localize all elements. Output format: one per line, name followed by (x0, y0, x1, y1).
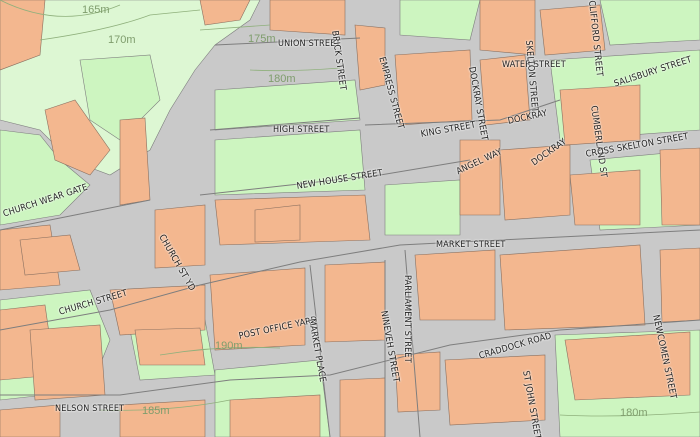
street-label-market: MARKET STREET (436, 240, 506, 250)
contour-label-180-north: 180m (268, 73, 296, 85)
contour-label-175: 175m (248, 33, 276, 45)
contour-label-190: 190m (215, 340, 243, 352)
street-label-high: HIGH STREET (273, 125, 330, 135)
street-label-nelson: NELSON STREET (55, 404, 125, 414)
map-canvas[interactable]: UNION STREET BRICK STREET EMPRESS STREET… (0, 0, 700, 437)
contour-label-185: 185m (142, 405, 170, 417)
contour-label-180-south: 180m (620, 407, 648, 419)
contour-label-170: 170m (108, 34, 136, 46)
contour-label-165: 165m (82, 4, 110, 16)
street-label-parliament: PARLIAMENT STREET (402, 275, 412, 363)
